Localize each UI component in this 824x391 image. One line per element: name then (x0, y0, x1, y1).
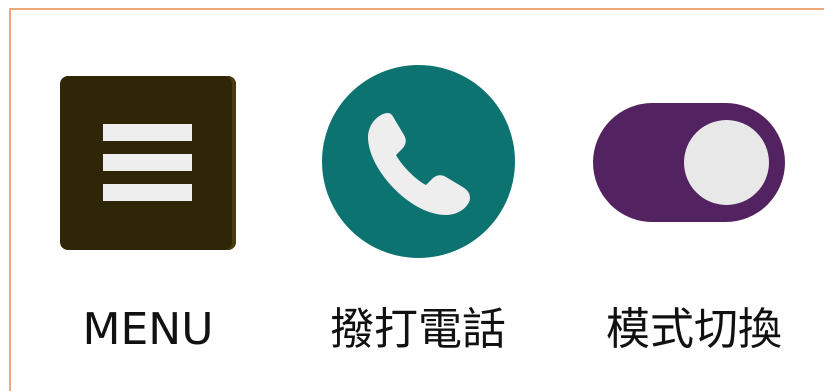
phone-icon (368, 113, 470, 215)
toggle-knob (684, 120, 769, 205)
call-button[interactable] (322, 65, 515, 258)
hamburger-menu-icon-bar-middle (103, 154, 192, 171)
call-label: 撥打電話 (330, 304, 506, 355)
menu-label: MENU (82, 304, 214, 355)
mode-toggle[interactable] (593, 103, 785, 222)
menu-button[interactable] (60, 76, 236, 250)
mode-label: 模式切換 (606, 304, 782, 355)
hamburger-menu-icon-bar-top (103, 124, 192, 141)
hamburger-menu-icon-bar-bottom (103, 184, 192, 201)
